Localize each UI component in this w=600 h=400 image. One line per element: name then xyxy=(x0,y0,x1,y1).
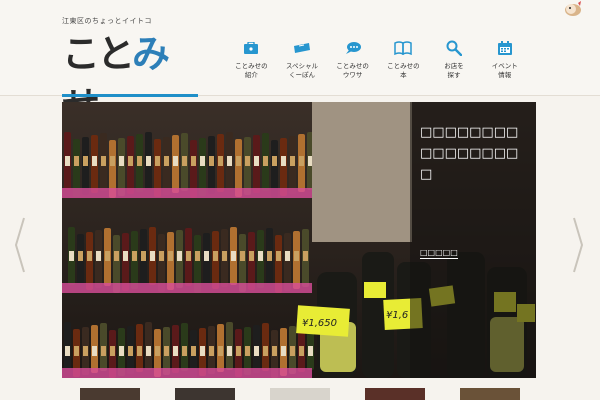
nav-label: お店を 探す xyxy=(444,62,464,79)
slide-caption-title: □□□□□□□□□□□□□□□□□ xyxy=(420,125,519,182)
svg-text:¥1,650: ¥1,650 xyxy=(302,318,337,329)
slider-prev-button[interactable] xyxy=(14,216,26,274)
chevron-right-icon xyxy=(573,217,584,273)
chevron-left-icon xyxy=(14,217,25,273)
active-underline xyxy=(62,94,198,97)
site-tagline: 江東区のちょっとイイトコ xyxy=(62,17,152,25)
thumbnail[interactable] xyxy=(175,388,235,400)
slide-caption-panel: □□□□□□□□□□□□□□□□□ □□□□□ xyxy=(410,102,536,378)
slide-read-more-link[interactable]: □□□□□ xyxy=(420,248,458,259)
nav-label: ことみせの 紹介 xyxy=(235,62,268,79)
calendar-icon xyxy=(496,40,514,56)
nav-label: イベント 情報 xyxy=(491,62,518,79)
site-header: 江東区のちょっとイイトコ ことみせ ことみせの 紹介 スペシャル くーぽん こと… xyxy=(0,0,600,128)
thumbnail[interactable] xyxy=(460,388,520,400)
slider-next-button[interactable] xyxy=(572,216,584,274)
nav-label: ことみせの 本 xyxy=(387,62,420,79)
mascot-icon xyxy=(565,1,581,16)
svg-text:¥1,6: ¥1,6 xyxy=(386,310,408,321)
book-icon xyxy=(394,40,413,56)
main-nav: ことみせの 紹介 スペシャル くーぽん ことみせの ウワサ ことみせの 本 お店… xyxy=(226,40,530,90)
nav-item-coupon[interactable]: スペシャル くーぽん xyxy=(277,40,328,90)
nav-item-event[interactable]: イベント 情報 xyxy=(479,40,530,90)
nav-label: スペシャル くーぽん xyxy=(285,62,319,79)
thumbnail[interactable] xyxy=(365,388,425,400)
nav-item-about[interactable]: ことみせの 紹介 xyxy=(226,40,277,90)
nav-label: ことみせの ウワサ xyxy=(336,62,369,79)
thumbnail[interactable] xyxy=(270,388,330,400)
hero-slider[interactable]: ¥1,650 ¥1,6 □□□□□□□□□□□□□□□□□ □□□□□ xyxy=(62,102,536,378)
nav-item-search[interactable]: お店を 探す xyxy=(429,40,480,90)
thumbnail[interactable] xyxy=(80,388,140,400)
chat-bubble-icon xyxy=(344,40,362,56)
nav-item-book[interactable]: ことみせの 本 xyxy=(378,40,429,90)
slider-thumbnails xyxy=(80,388,520,400)
site-logo[interactable]: ことみせ xyxy=(62,28,202,128)
nav-item-rumor[interactable]: ことみせの ウワサ xyxy=(327,40,378,90)
search-icon xyxy=(445,40,463,56)
shop-icon xyxy=(242,40,260,56)
ticket-icon xyxy=(293,40,311,56)
